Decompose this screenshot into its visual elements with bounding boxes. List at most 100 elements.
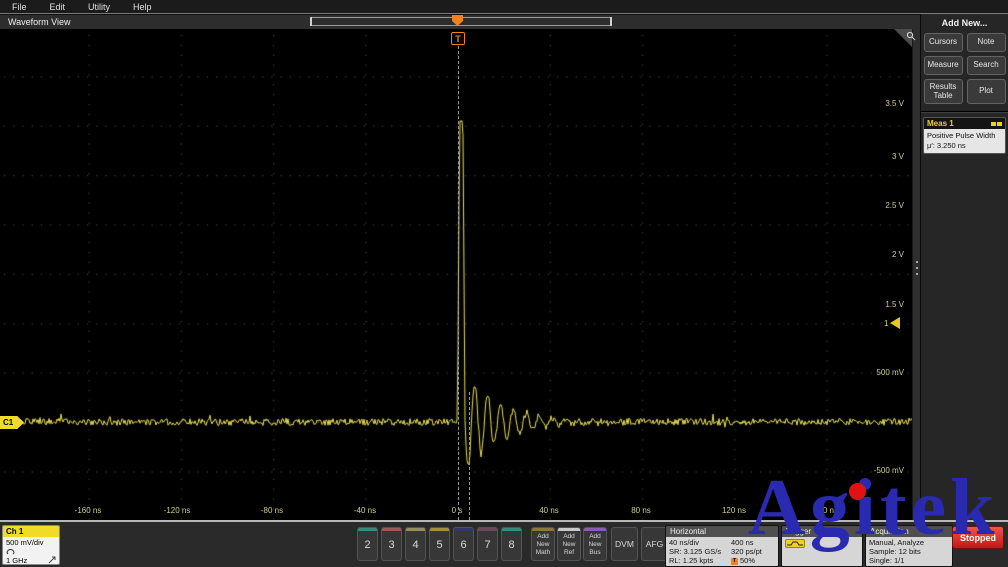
add-new-label: Add New...: [921, 18, 1008, 28]
waveform-canvas[interactable]: [0, 29, 920, 520]
stopped-button[interactable]: Stopped: [952, 526, 1004, 549]
channel-6-label: 6: [454, 531, 473, 560]
waveform-display: T 3.5 V 3 V 2.5 V 2 V 1.5 V 500 mV -500 …: [0, 29, 920, 520]
results-table-button[interactable]: Results Table: [924, 79, 963, 104]
meas1-value: μ′: 3.250 ns: [927, 141, 1002, 151]
sample-rate: SR: 3.125 GS/s: [669, 547, 731, 556]
measure-button[interactable]: Measure: [924, 56, 963, 75]
measurement-gate-line: [469, 392, 470, 520]
channel-5-button[interactable]: 5: [429, 527, 450, 561]
channel-4-button[interactable]: 4: [405, 527, 426, 561]
acquisition-title: Acquisition: [866, 526, 952, 537]
add-new-bus-button[interactable]: Add New Bus: [583, 527, 607, 561]
meas1-body: Positive Pulse Width μ′: 3.250 ns: [924, 129, 1005, 153]
add-new-math-label: Add New Math: [532, 531, 554, 557]
clipping-indicator-icon: [48, 556, 56, 564]
acquisition-panel[interactable]: Acquisition Manual, Analyze Sample: 12 b…: [865, 525, 953, 567]
trigger-time-line: [458, 46, 459, 520]
plot-button[interactable]: Plot: [967, 79, 1006, 104]
time-label: 120 ns: [708, 506, 760, 515]
horizontal-body: 40 ns/div 400 ns SR: 3.125 GS/s 320 ps/pt …: [666, 537, 778, 566]
channel-8-button[interactable]: 8: [501, 527, 522, 561]
horizontal-position: T 50%: [731, 556, 755, 565]
dvm-button[interactable]: DVM: [611, 527, 638, 561]
channel-5-label: 5: [430, 531, 449, 560]
menu-help[interactable]: Help: [133, 2, 152, 12]
meas1-badge[interactable]: Meas 1 Positive Pulse Width μ′: 3.250 ns: [923, 117, 1006, 154]
trigger-t-badge[interactable]: T: [451, 32, 465, 45]
channel-1-bandwidth: 1 GHz: [6, 556, 27, 565]
channel-3-label: 3: [382, 531, 401, 560]
afg-button[interactable]: AFG: [641, 527, 668, 561]
menu-utility[interactable]: Utility: [88, 2, 110, 12]
add-new-source-buttons: Add New Math Add New Ref Add New Bus: [531, 527, 607, 561]
overview-left-bracket: [310, 17, 312, 26]
time-label: -120 ns: [151, 506, 203, 515]
channel-2-button[interactable]: 2: [357, 527, 378, 561]
trigger-body: [782, 537, 862, 566]
search-button[interactable]: Search: [967, 56, 1006, 75]
add-new-math-button[interactable]: Add New Math: [531, 527, 555, 561]
time-label: 40 ns: [523, 506, 575, 515]
volt-label: 1.5 V: [848, 300, 904, 309]
time-label: 0 s: [431, 506, 483, 515]
meas1-source-indicator: [991, 122, 1002, 126]
trigger-level-label: 1: [884, 319, 888, 328]
overview-right-bracket: [610, 17, 612, 26]
acquisition-single: Single: 1/1: [869, 556, 949, 565]
meas1-type: Positive Pulse Width: [927, 131, 1002, 141]
volt-label: 2 V: [848, 250, 904, 259]
acquisition-sample: Sample: 12 bits: [869, 547, 949, 556]
record-length: RL: 1.25 kpts: [669, 556, 731, 565]
divider-handle-dot: [916, 267, 918, 269]
time-label: 80 ns: [615, 506, 667, 515]
channel-4-label: 4: [406, 531, 425, 560]
panel-divider-scrollbar[interactable]: [912, 29, 920, 520]
channel-2-label: 2: [358, 531, 377, 560]
acquisition-mode: Manual, Analyze: [869, 538, 949, 547]
time-label: -40 ns: [339, 506, 391, 515]
channel-6-button[interactable]: 6: [453, 527, 474, 561]
horizontal-scale: 40 ns/div: [669, 538, 731, 547]
volt-label: 2.5 V: [848, 201, 904, 210]
channel-7-button[interactable]: 7: [477, 527, 498, 561]
volt-label: 3 V: [848, 152, 904, 161]
right-panel: Add New... Cursors Note Measure Search R…: [920, 14, 1008, 520]
channel-8-label: 8: [502, 531, 521, 560]
meas1-title: Meas 1: [927, 119, 954, 128]
trigger-title: Trigger: [782, 526, 862, 537]
magnifier-icon: [906, 31, 916, 41]
menu-file[interactable]: File: [12, 2, 27, 12]
channel-1-name: Ch 1: [3, 526, 59, 537]
cursors-button[interactable]: Cursors: [924, 33, 963, 52]
time-label: 160 ns: [800, 506, 852, 515]
add-new-bus-label: Add New Bus: [584, 531, 606, 557]
menu-edit[interactable]: Edit: [50, 2, 66, 12]
trigger-level-marker[interactable]: 1: [884, 317, 900, 329]
note-button[interactable]: Note: [967, 33, 1006, 52]
add-new-ref-button[interactable]: Add New Ref: [557, 527, 581, 561]
channel-buttons: 2 3 4 5 6 7 8: [357, 527, 522, 561]
trigger-level-arrow-icon: [890, 317, 900, 329]
meas1-header: Meas 1: [924, 118, 1005, 129]
right-panel-separator: [921, 111, 1008, 113]
channel-3-button[interactable]: 3: [381, 527, 402, 561]
acquisition-body: Manual, Analyze Sample: 12 bits Single: …: [866, 537, 952, 566]
trigger-position-icon: T: [731, 558, 738, 565]
position-percent: 50%: [740, 556, 755, 565]
volt-label: 3.5 V: [848, 99, 904, 108]
channel-1-badge[interactable]: Ch 1 500 mV/div 1 GHz: [2, 525, 60, 565]
horizontal-title: Horizontal: [666, 526, 778, 537]
volt-label: -500 mV: [848, 466, 904, 475]
channel-1-settings: 500 mV/div 1 GHz: [3, 537, 59, 565]
time-label: -80 ns: [246, 506, 298, 515]
coupling-icon: [6, 548, 15, 555]
sample-interval: 320 ps/pt: [731, 547, 762, 556]
menu-bar: File Edit Utility Help: [0, 0, 1008, 14]
horizontal-panel[interactable]: Horizontal 40 ns/div 400 ns SR: 3.125 GS/…: [665, 525, 779, 567]
trigger-panel[interactable]: Trigger: [781, 525, 863, 567]
time-label: -160 ns: [62, 506, 114, 515]
channel-7-label: 7: [478, 531, 497, 560]
divider-handle-dot: [916, 261, 918, 263]
waveform-view-title: Waveform View: [8, 17, 71, 27]
